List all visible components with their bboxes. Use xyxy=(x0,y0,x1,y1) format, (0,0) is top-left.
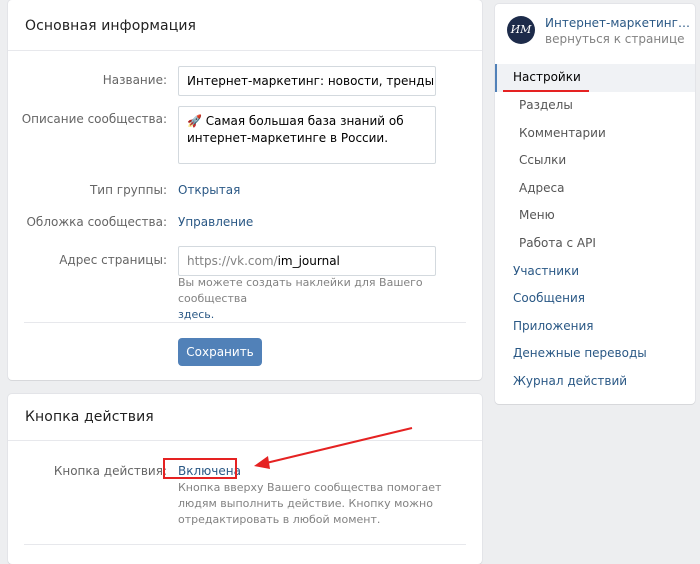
annotation-arrow-icon xyxy=(254,427,413,469)
